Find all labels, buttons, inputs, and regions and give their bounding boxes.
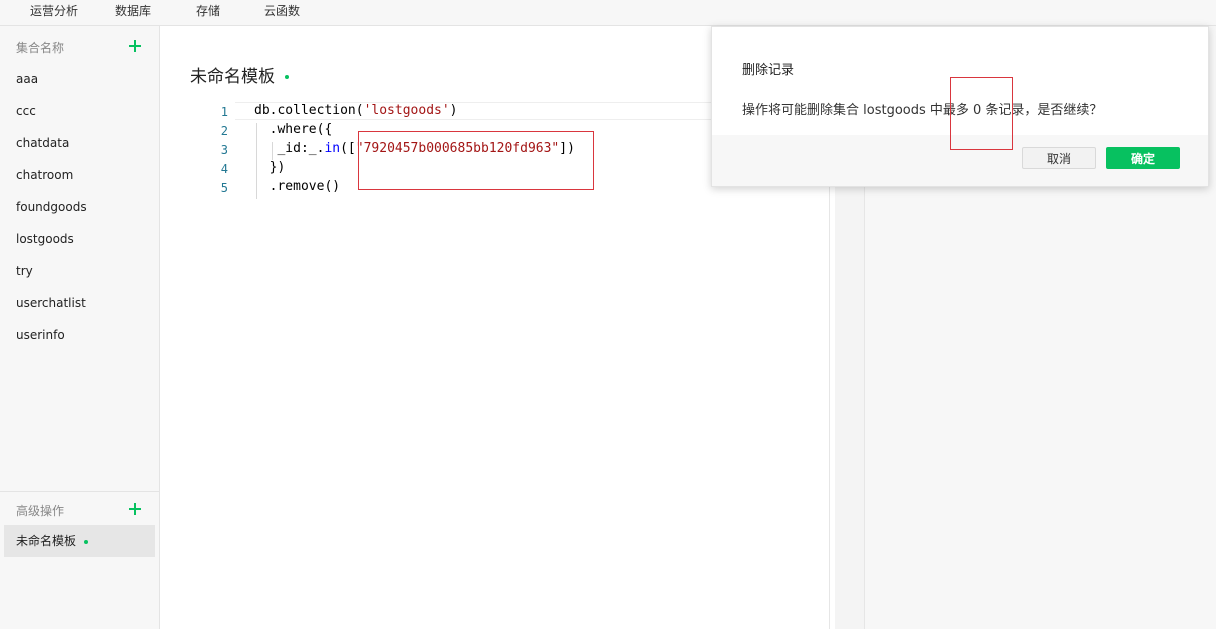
code-line-5: .remove() bbox=[254, 179, 341, 194]
delete-records-dialog: 删除记录 操作将可能删除集合 lostgoods 中最多 0 条记录，是否继续？… bbox=[711, 26, 1209, 187]
code-line-1: db.collection('lostgoods') bbox=[254, 103, 458, 118]
collection-item-aaa[interactable]: aaa bbox=[0, 63, 159, 95]
top-navigation: 运营分析 数据库 存储 云函数 bbox=[0, 0, 1216, 26]
line-number: 1 bbox=[220, 105, 228, 119]
collection-item-try[interactable]: try bbox=[0, 255, 159, 287]
tab-storage[interactable]: 存储 bbox=[196, 0, 220, 25]
sidebar: 集合名称 aaa ccc chatdata chatroom foundgood… bbox=[0, 26, 160, 629]
tab-operations-analysis[interactable]: 运营分析 bbox=[30, 0, 78, 25]
dialog-message: 操作将可能删除集合 lostgoods 中最多 0 条记录，是否继续？ bbox=[742, 103, 1103, 118]
tab-cloud-functions[interactable]: 云函数 bbox=[264, 0, 300, 25]
collection-item-lostgoods[interactable]: lostgoods bbox=[0, 223, 159, 255]
code-line-2: .where({ bbox=[254, 122, 333, 137]
collection-item-ccc[interactable]: ccc bbox=[0, 95, 159, 127]
tab-database[interactable]: 数据库 bbox=[115, 0, 151, 25]
collection-item-userchatlist[interactable]: userchatlist bbox=[0, 287, 159, 319]
dialog-title: 删除记录 bbox=[742, 63, 795, 78]
collection-item-userinfo[interactable]: userinfo bbox=[0, 319, 159, 351]
collection-item-foundgoods[interactable]: foundgoods bbox=[0, 191, 159, 223]
page-title-text: 未命名模板 bbox=[190, 67, 275, 87]
add-collection-plus-icon[interactable] bbox=[129, 40, 141, 52]
collection-item-chatdata[interactable]: chatdata bbox=[0, 127, 159, 159]
cancel-button[interactable]: 取消 bbox=[1022, 147, 1096, 169]
advanced-ops-title: 高级操作 bbox=[16, 504, 65, 518]
page-title: 未命名模板 bbox=[190, 62, 289, 87]
line-number: 5 bbox=[220, 181, 228, 195]
line-number-gutter: 1 2 3 4 5 bbox=[190, 102, 235, 629]
line-number: 3 bbox=[220, 143, 228, 157]
confirm-button[interactable]: 确定 bbox=[1106, 147, 1180, 169]
template-item-active[interactable]: 未命名模板 bbox=[4, 525, 155, 557]
code-line-4: }) bbox=[254, 160, 286, 175]
sidebar-divider bbox=[0, 491, 159, 492]
collection-item-chatroom[interactable]: chatroom bbox=[0, 159, 159, 191]
line-number: 2 bbox=[220, 124, 228, 138]
template-item-label: 未命名模板 bbox=[16, 534, 77, 548]
collections-title: 集合名称 bbox=[16, 41, 65, 55]
line-number: 4 bbox=[220, 162, 228, 176]
unsaved-dot-icon bbox=[84, 539, 89, 544]
unsaved-dot-icon bbox=[285, 75, 289, 79]
add-template-plus-icon[interactable] bbox=[129, 503, 141, 515]
code-line-3: _id:_.in(["7920457b000685bb120fd963"]) bbox=[254, 141, 575, 156]
